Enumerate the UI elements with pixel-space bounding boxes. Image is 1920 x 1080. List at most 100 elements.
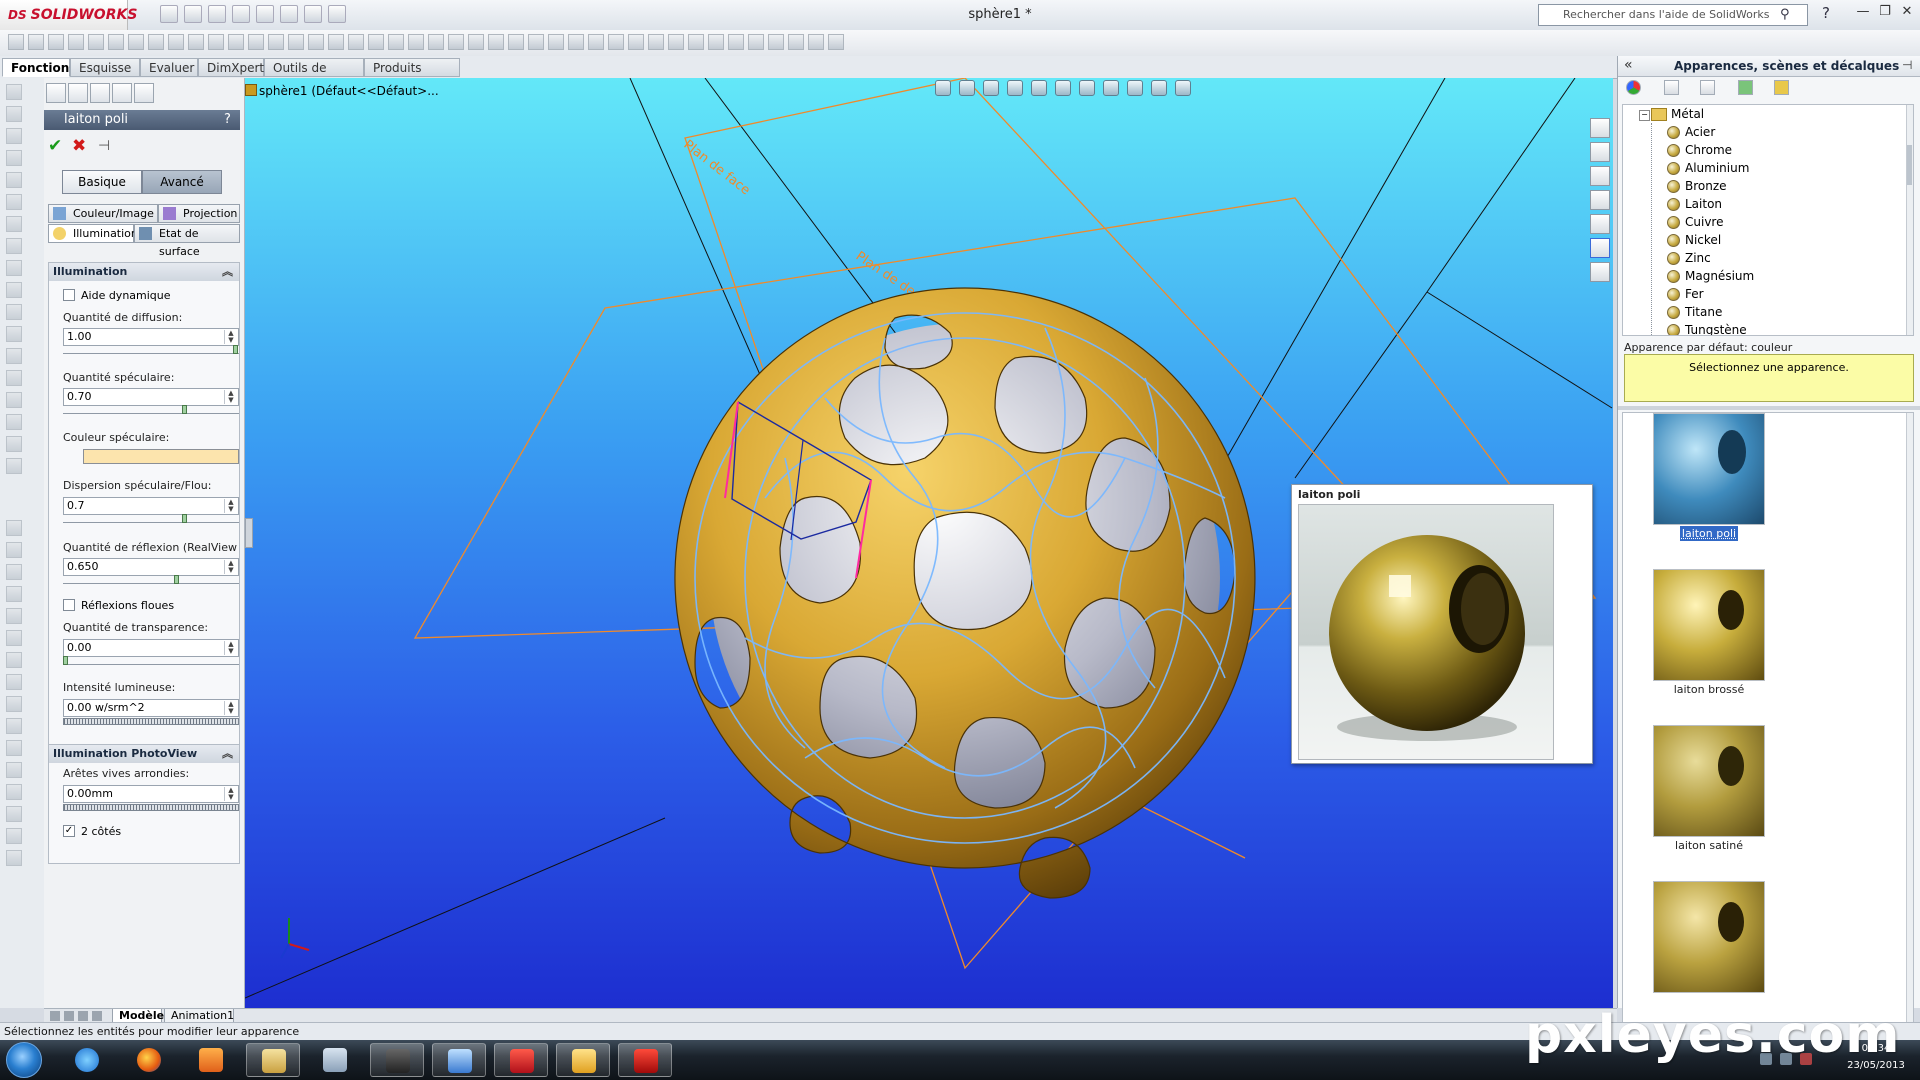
two-sided-checkbox[interactable]: ✓ <box>63 825 75 837</box>
sketch-tool-icon[interactable] <box>6 784 22 800</box>
slider-thumb[interactable] <box>233 345 238 354</box>
back-icon[interactable] <box>1700 80 1715 95</box>
edit-appearance-icon[interactable] <box>1103 80 1119 96</box>
collapse-pane-icon[interactable]: « <box>1624 57 1633 73</box>
tree-scrollbar[interactable] <box>1906 105 1913 335</box>
taskbar-media-player[interactable] <box>184 1043 238 1077</box>
appearances-tab-icon[interactable] <box>1590 238 1610 258</box>
expand-toggle-icon[interactable]: − <box>1639 110 1650 121</box>
transparency-slider[interactable] <box>63 656 239 665</box>
view-orientation-icon[interactable] <box>1031 80 1047 96</box>
tab-fonctions[interactable]: Fonctions <box>2 58 76 77</box>
spinner-icon[interactable]: ▲ ▼ <box>224 330 237 344</box>
swatch-scrollbar[interactable] <box>1906 413 1913 1073</box>
command-tool-icon[interactable] <box>508 34 524 50</box>
edges-input[interactable]: 0.00mm ▲ ▼ <box>63 785 239 803</box>
taskbar-solidworks[interactable] <box>494 1043 548 1077</box>
sketch-tool-icon[interactable] <box>6 392 22 408</box>
custom-properties-tab-icon[interactable] <box>1590 262 1610 282</box>
command-tool-icon[interactable] <box>628 34 644 50</box>
command-tool-icon[interactable] <box>248 34 264 50</box>
sketch-tool-icon[interactable] <box>6 762 22 778</box>
sketch-tool-icon[interactable] <box>6 414 22 430</box>
spinner-icon[interactable]: ▲ ▼ <box>224 560 237 574</box>
pin-pane-icon[interactable]: ⊣ <box>1902 58 1912 72</box>
reflection-input[interactable]: 0.650 ▲ ▼ <box>63 558 239 576</box>
specular-slider[interactable] <box>63 405 239 414</box>
command-tool-icon[interactable] <box>468 34 484 50</box>
command-tool-icon[interactable] <box>648 34 664 50</box>
help-icon[interactable]: ? <box>1822 4 1830 22</box>
swatch-laiton-satine[interactable] <box>1653 725 1765 837</box>
command-tool-icon[interactable] <box>528 34 544 50</box>
pm-collapse-handle[interactable] <box>245 518 253 548</box>
sketch-tool-icon[interactable] <box>6 608 22 624</box>
sketch-tool-icon[interactable] <box>6 652 22 668</box>
solidworks-resources-tab-icon[interactable] <box>1590 118 1610 138</box>
feature-tree-tab-icon[interactable] <box>46 83 66 103</box>
luminous-input[interactable]: 0.00 w/srm^2 ▲ ▼ <box>63 699 239 717</box>
tab-outils-de-rendu[interactable]: Outils de rendu <box>264 58 364 93</box>
command-tool-icon[interactable] <box>128 34 144 50</box>
minimize-button[interactable]: — <box>1852 4 1874 24</box>
help-search-input[interactable]: Rechercher dans l'aide de SolidWorks <box>1538 4 1808 26</box>
spinner-icon[interactable]: ▲ ▼ <box>224 701 237 715</box>
close-button[interactable]: ✕ <box>1896 4 1918 24</box>
command-tool-icon[interactable] <box>748 34 764 50</box>
previous-view-icon[interactable] <box>983 80 999 96</box>
pushpin-icon[interactable]: ⊣ <box>98 138 110 154</box>
tab-esquisse[interactable]: Esquisse <box>70 58 140 77</box>
tab-produits-office[interactable]: Produits Office <box>364 58 460 93</box>
sketch-tool-icon[interactable] <box>6 806 22 822</box>
sketch-tool-icon[interactable] <box>6 84 22 100</box>
slider-thumb[interactable] <box>182 514 187 523</box>
sketch-tool-icon[interactable] <box>6 172 22 188</box>
tab-navigation-arrows-icon[interactable] <box>50 1011 106 1021</box>
file-explorer-tab-icon[interactable] <box>1590 190 1610 210</box>
command-tool-icon[interactable] <box>608 34 624 50</box>
command-tool-icon[interactable] <box>268 34 284 50</box>
transparency-input[interactable]: 0.00 ▲ ▼ <box>63 639 239 657</box>
display-manager-tab-icon[interactable] <box>134 83 154 103</box>
hide-show-icon[interactable] <box>1079 80 1095 96</box>
tab-projection[interactable]: Projection <box>158 204 240 223</box>
sketch-tool-icon[interactable] <box>6 586 22 602</box>
sketch-tool-icon[interactable] <box>6 630 22 646</box>
taskbar-outlook[interactable] <box>556 1043 610 1077</box>
command-tool-icon[interactable] <box>428 34 444 50</box>
command-tool-icon[interactable] <box>588 34 604 50</box>
diffuse-input[interactable]: 1.00 ▲ ▼ <box>63 328 239 346</box>
dimxpert-tab-icon[interactable] <box>112 83 132 103</box>
display-style-icon[interactable] <box>1055 80 1071 96</box>
command-tool-icon[interactable] <box>388 34 404 50</box>
section-header[interactable]: Illumination PhotoView ︽ <box>49 745 239 763</box>
slider-thumb[interactable] <box>182 405 187 414</box>
sketch-tool-icon[interactable] <box>6 696 22 712</box>
spinner-icon[interactable]: ▲ ▼ <box>224 499 237 513</box>
folder-icon[interactable] <box>1664 80 1679 95</box>
command-tool-icon[interactable] <box>48 34 64 50</box>
command-tool-icon[interactable] <box>108 34 124 50</box>
command-tool-icon[interactable] <box>788 34 804 50</box>
tab-surface-finish[interactable]: Etat de surface <box>134 224 240 258</box>
command-tool-icon[interactable] <box>308 34 324 50</box>
open-icon[interactable] <box>184 5 202 23</box>
reflection-slider[interactable] <box>63 575 239 584</box>
pm-help-icon[interactable]: ? <box>224 110 231 130</box>
sketch-tool-icon[interactable] <box>6 326 22 342</box>
undo-icon[interactable] <box>256 5 274 23</box>
command-tool-icon[interactable] <box>668 34 684 50</box>
new-document-icon[interactable] <box>160 5 178 23</box>
command-tool-icon[interactable] <box>768 34 784 50</box>
sketch-tool-icon[interactable] <box>6 542 22 558</box>
print-icon[interactable] <box>232 5 250 23</box>
pane-splitter[interactable] <box>1618 406 1920 410</box>
command-tool-icon[interactable] <box>408 34 424 50</box>
up-folder-icon[interactable] <box>1774 80 1789 95</box>
collapse-chevron-icon[interactable]: ︽ <box>222 745 233 763</box>
spinner-icon[interactable]: ▲ ▼ <box>224 390 237 404</box>
luminous-slider[interactable] <box>63 718 239 725</box>
advanced-mode-button[interactable]: Avancé <box>142 170 222 194</box>
spinner-icon[interactable]: ▲ ▼ <box>224 641 237 655</box>
appearances-icon[interactable] <box>1626 80 1641 95</box>
